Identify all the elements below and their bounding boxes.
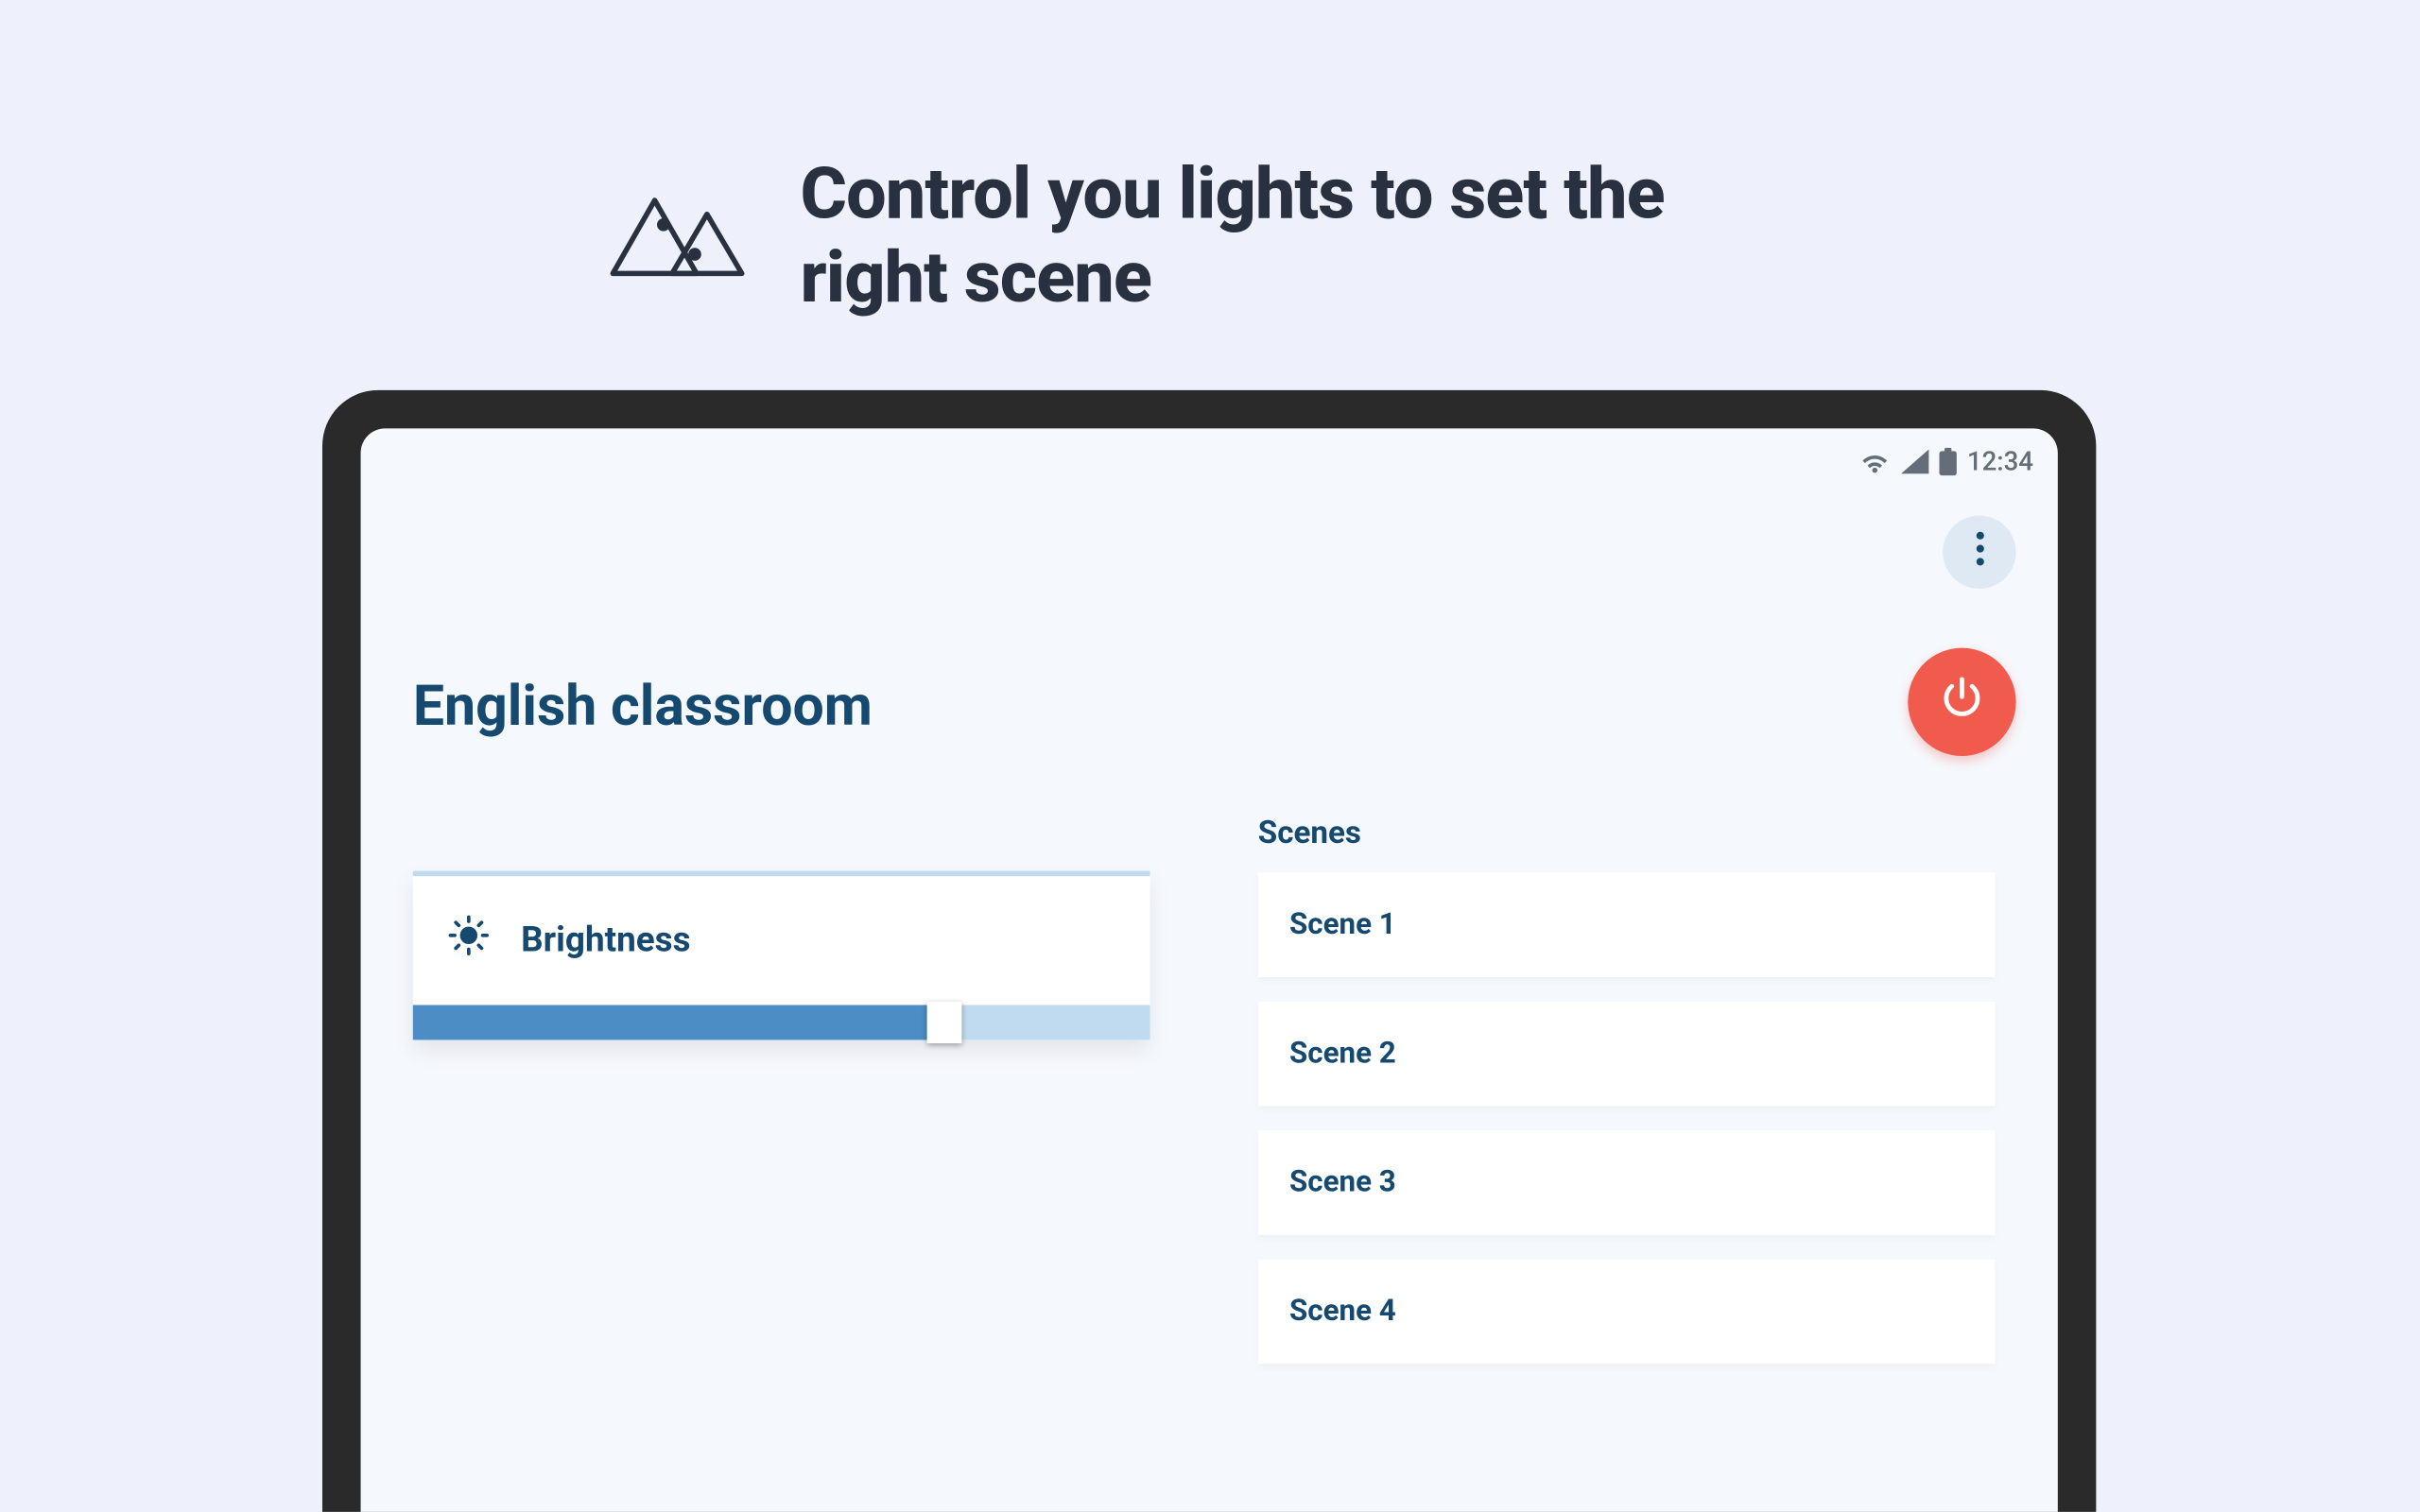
room-title: English classroom — [413, 672, 873, 738]
tablet-frame: 12:34 English classroom Brightness — [322, 390, 2096, 1512]
tablet-screen: 12:34 English classroom Brightness — [361, 428, 2058, 1511]
page-title: Control you lights to set the right scen… — [800, 153, 1815, 320]
scene-item[interactable]: Scene 1 — [1258, 872, 1996, 977]
power-button[interactable] — [1908, 648, 2015, 756]
status-time: 12:34 — [1967, 446, 2033, 477]
signal-icon — [1901, 450, 1928, 474]
status-bar: 12:34 — [1859, 446, 2033, 477]
brightness-card: Brightness — [413, 871, 1150, 1040]
brightness-slider[interactable] — [413, 1005, 1150, 1040]
more-menu-button[interactable] — [1943, 516, 2015, 589]
scene-item[interactable]: Scene 4 — [1258, 1260, 1996, 1365]
scene-item[interactable]: Scene 3 — [1258, 1130, 1996, 1235]
mountain-logo-icon — [605, 186, 748, 287]
brightness-slider-thumb[interactable] — [926, 1002, 961, 1043]
scene-item[interactable]: Scene 2 — [1258, 1002, 1996, 1107]
scenes-section: Scenes Scene 1 Scene 2 Scene 3 Scene 4 — [1258, 816, 1996, 1388]
scenes-heading: Scenes — [1258, 816, 1996, 852]
page-header: Control you lights to set the right scen… — [605, 153, 1815, 320]
brightness-icon — [448, 915, 490, 964]
wifi-icon — [1859, 450, 1891, 474]
brightness-slider-fill — [413, 1005, 943, 1040]
power-icon — [1939, 676, 1984, 728]
more-vertical-icon — [1975, 531, 1983, 573]
battery-icon — [1939, 448, 1956, 475]
brightness-label: Brightness — [521, 918, 690, 959]
